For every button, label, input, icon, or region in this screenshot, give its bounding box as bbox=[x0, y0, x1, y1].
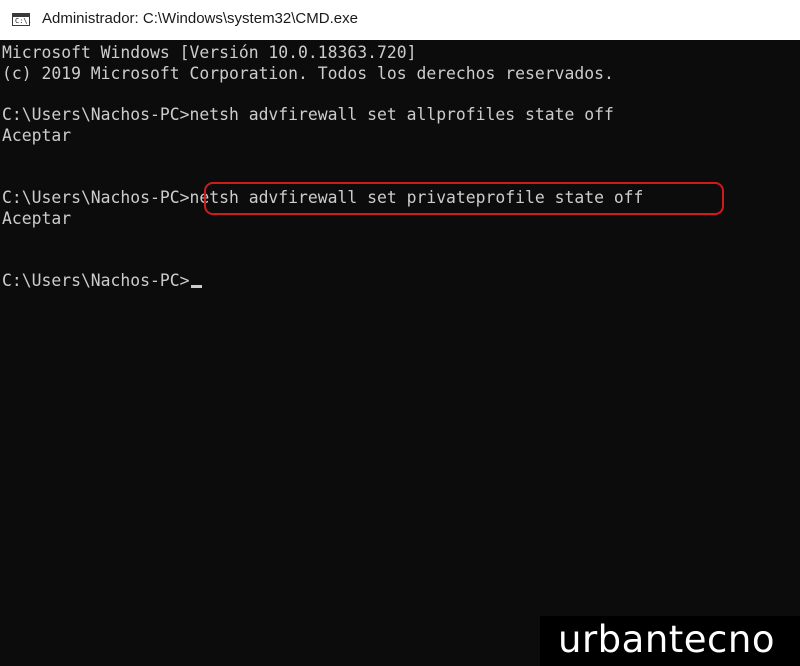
console-line-command-1: C:\Users\Nachos-PC>netsh advfirewall set… bbox=[2, 105, 614, 124]
cmd-window-icon: C:\. bbox=[12, 13, 32, 26]
command-prompt: C:\Users\Nachos-PC> bbox=[2, 271, 190, 290]
console-prompt-line[interactable]: C:\Users\Nachos-PC> bbox=[2, 270, 202, 292]
console-line-result-1: Aceptar bbox=[2, 126, 72, 145]
title-bar[interactable]: C:\. Administrador: C:\Windows\system32\… bbox=[0, 0, 800, 41]
window-title: Administrador: C:\Windows\system32\CMD.e… bbox=[42, 10, 358, 27]
text-cursor bbox=[190, 285, 202, 288]
watermark-logo-text: urbantecno bbox=[558, 618, 775, 661]
console-line-result-2: Aceptar bbox=[2, 209, 72, 228]
highlighted-command-box bbox=[204, 182, 724, 215]
watermark: urbantecno bbox=[540, 616, 800, 666]
console-line-copyright: (c) 2019 Microsoft Corporation. Todos lo… bbox=[2, 64, 614, 83]
console-output[interactable]: Microsoft Windows [Versión 10.0.18363.72… bbox=[0, 40, 800, 666]
console-line-version: Microsoft Windows [Versión 10.0.18363.72… bbox=[2, 43, 417, 62]
